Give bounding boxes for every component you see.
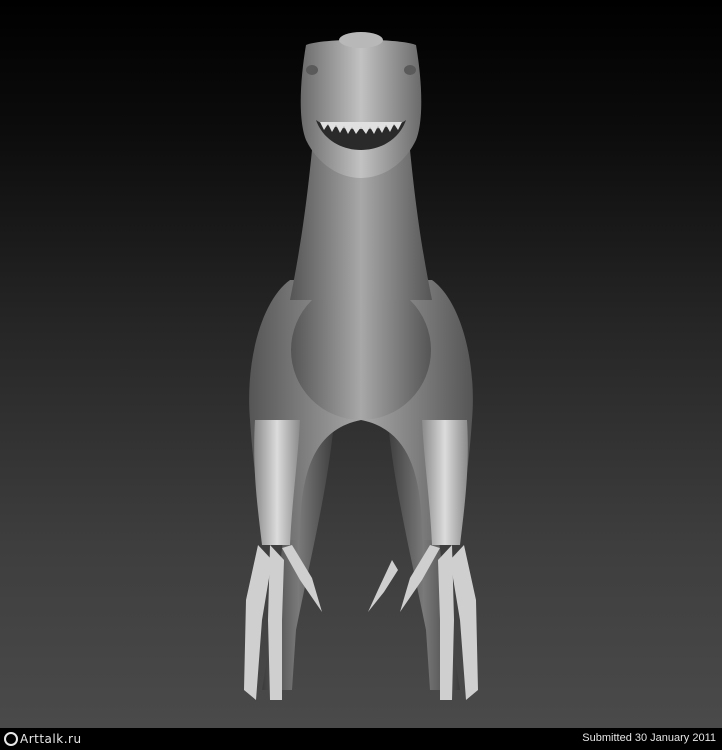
arttalk-logo[interactable]: Arttalk.ru [4,731,82,747]
footer-bar: Arttalk.ru Submitted 30 January 2011 [0,728,722,750]
claws [244,545,478,700]
arms [254,420,468,545]
head [300,32,422,178]
image-frame: Arttalk.ru Submitted 30 January 2011 [0,0,722,750]
submitted-date: Submitted 30 January 2011 [582,732,716,744]
logo-circle-icon [4,732,18,746]
logo-text: Arttalk.ru [20,732,82,746]
chest [291,280,431,420]
render-viewport [0,0,722,728]
dinosaur-figure [244,32,478,700]
